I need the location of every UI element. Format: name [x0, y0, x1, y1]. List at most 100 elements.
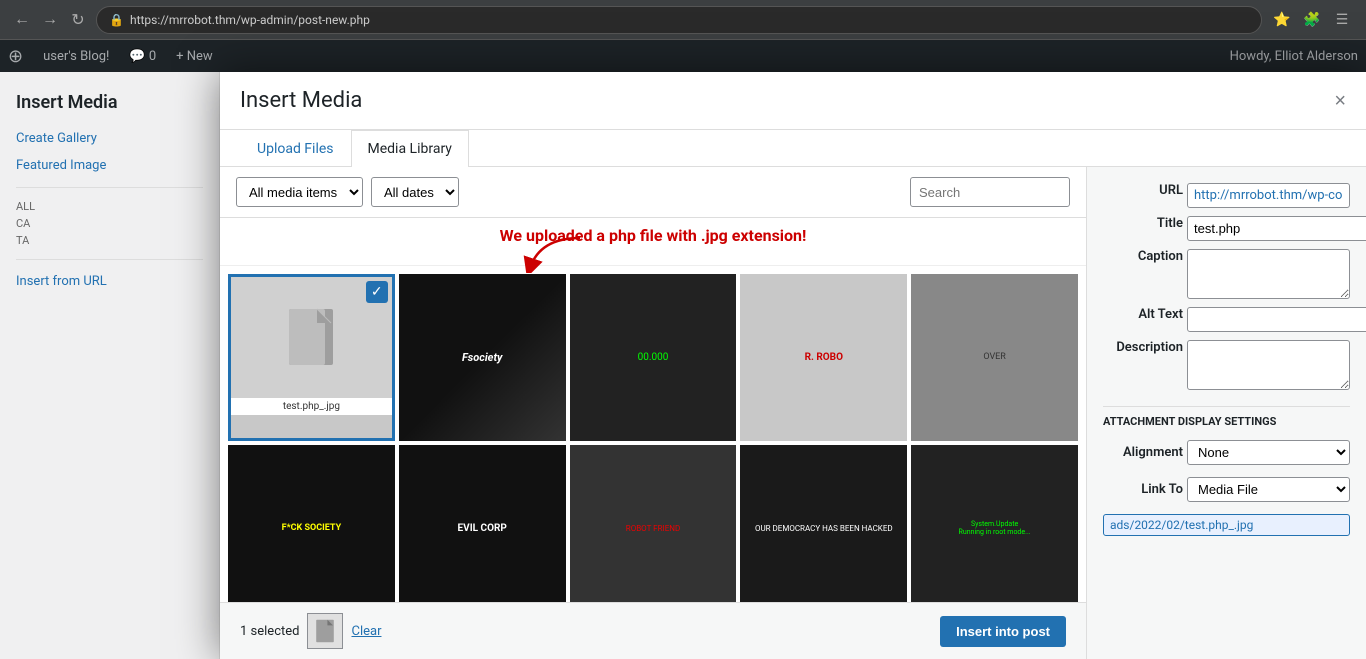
url-text: https://mrrobot.thm/wp-admin/post-new.ph…: [130, 13, 370, 27]
sidebar-section-media: Ca: [16, 217, 203, 230]
php-file-label: test.php_.jpg: [231, 398, 392, 415]
url-label: URL: [1103, 183, 1183, 198]
modal-footer: 1 selected Clear Insert into post: [220, 602, 1086, 659]
arrow-icon: [520, 233, 600, 273]
selected-check-badge: ✓: [366, 281, 388, 303]
tab-upload-files[interactable]: Upload Files: [240, 130, 351, 167]
media-item-mr-robot2[interactable]: OVER: [911, 274, 1078, 441]
right-panel: URL http://mrrobot.thm/wp-co Title Capti…: [1086, 167, 1366, 659]
media-item-php-file[interactable]: test.php_.jpg ✓: [228, 274, 395, 441]
media-item-money[interactable]: 00.000: [570, 274, 737, 441]
media-item-mr-robot[interactable]: R. ROBO: [740, 274, 907, 441]
howdy-text: Howdy, Elliot Alderson: [1230, 49, 1358, 64]
annotation-text: We uploaded a php file with .jpg extensi…: [236, 226, 1070, 245]
alt-text-field-row: Alt Text: [1103, 307, 1350, 332]
file-document-icon: [287, 307, 335, 367]
url-field-row: URL http://mrrobot.thm/wp-co: [1103, 183, 1350, 208]
mr-robot-img: R. ROBO: [740, 274, 907, 441]
mr-robot2-img: OVER: [911, 274, 1078, 441]
evilcorp-img: EVIL CORP: [399, 445, 566, 602]
filters-bar: All media items All dates: [220, 167, 1086, 218]
search-input[interactable]: [910, 177, 1070, 207]
refresh-button[interactable]: ↻: [68, 10, 88, 30]
democracy-img: OUR DEMOCRACY HAS BEEN HACKED: [740, 445, 907, 602]
media-content-area: All media items All dates We uploaded a …: [220, 167, 1086, 659]
alignment-label: Alignment: [1103, 445, 1183, 460]
modal-overlay[interactable]: Insert Media Create Gallery Featured Ima…: [0, 72, 1366, 659]
date-filter[interactable]: All dates: [371, 177, 459, 207]
modal-tabs: Upload Files Media Library: [220, 130, 1366, 167]
thumb-preview: [307, 613, 343, 649]
caption-label: Caption: [1103, 249, 1183, 264]
browser-actions: ⭐ 🧩 ☰: [1270, 8, 1354, 32]
alignment-select[interactable]: None Left Center Right: [1187, 440, 1350, 465]
url-value: http://mrrobot.thm/wp-co: [1187, 183, 1350, 208]
insert-from-url-link[interactable]: Insert from URL: [16, 272, 203, 291]
lock-icon: 🔒: [109, 13, 124, 27]
modal-header: Insert Media ×: [220, 72, 1366, 130]
selected-count: 1 selected: [240, 624, 299, 639]
media-item-fsociety[interactable]: Fsociety: [399, 274, 566, 441]
modal-title: Insert Media: [240, 88, 362, 113]
wp-logo-icon[interactable]: ⊕: [8, 46, 23, 67]
selected-info: 1 selected Clear: [240, 613, 381, 649]
tab-media-library[interactable]: Media Library: [351, 130, 469, 167]
annotation-area: We uploaded a php file with .jpg extensi…: [220, 218, 1086, 266]
menu-icon[interactable]: ☰: [1330, 8, 1354, 32]
media-item-democracy[interactable]: OUR DEMOCRACY HAS BEEN HACKED: [740, 445, 907, 602]
address-bar[interactable]: 🔒 https://mrrobot.thm/wp-admin/post-new.…: [96, 6, 1262, 34]
link-to-select[interactable]: Media File Attachment Page Custom URL No…: [1187, 477, 1350, 502]
sidebar-divider: [16, 187, 203, 188]
description-field-row: Description: [1103, 340, 1350, 390]
sidebar-title: Insert Media: [16, 92, 203, 113]
extensions-icon[interactable]: 🧩: [1300, 8, 1324, 32]
browser-chrome: ← → ↻ 🔒 https://mrrobot.thm/wp-admin/pos…: [0, 0, 1366, 40]
comments-link[interactable]: 💬 0: [121, 49, 164, 64]
site-name-link[interactable]: user's Blog!: [35, 49, 117, 64]
media-item-evilcorp[interactable]: EVIL CORP: [399, 445, 566, 602]
url-field-highlighted-row: ads/2022/02/test.php_.jpg: [1103, 514, 1350, 536]
caption-textarea[interactable]: [1187, 249, 1350, 299]
system-img: System.UpdateRunning in root mode...: [911, 445, 1078, 602]
alt-text-label: Alt Text: [1103, 307, 1183, 322]
media-item-system[interactable]: System.UpdateRunning in root mode...: [911, 445, 1078, 602]
sidebar-divider2: [16, 259, 203, 260]
sidebar-section-all: All: [16, 200, 203, 213]
link-to-label: Link To: [1103, 482, 1183, 497]
thumb-file-icon: [315, 619, 335, 643]
modal-close-button[interactable]: ×: [1334, 91, 1346, 111]
description-label: Description: [1103, 340, 1183, 355]
media-grid: test.php_.jpg ✓ Fsociety: [228, 274, 1078, 602]
alt-text-input[interactable]: [1187, 307, 1366, 332]
caption-field-row: Caption: [1103, 249, 1350, 299]
media-grid-wrapper[interactable]: test.php_.jpg ✓ Fsociety: [220, 266, 1086, 602]
modal-body: All media items All dates We uploaded a …: [220, 167, 1366, 659]
link-to-row: Link To Media File Attachment Page Custo…: [1103, 477, 1350, 502]
attachment-settings-title: ATTACHMENT DISPLAY SETTINGS: [1103, 406, 1350, 428]
society-img: F*CK SOCIETY: [228, 445, 395, 602]
media-item-society[interactable]: F*CK SOCIETY: [228, 445, 395, 602]
title-label: Title: [1103, 216, 1183, 231]
title-input[interactable]: [1187, 216, 1366, 241]
robot-friend-img: ROBOT FRIEND: [570, 445, 737, 602]
url-field-highlighted[interactable]: ads/2022/02/test.php_.jpg: [1103, 514, 1350, 536]
title-field-row: Title: [1103, 216, 1350, 241]
forward-button[interactable]: →: [40, 10, 60, 30]
money-img: 00.000: [570, 274, 737, 441]
insert-into-post-button[interactable]: Insert into post: [940, 616, 1066, 647]
create-gallery-link[interactable]: Create Gallery: [16, 129, 203, 148]
featured-image-link[interactable]: Featured Image: [16, 156, 203, 175]
back-button[interactable]: ←: [12, 10, 32, 30]
insert-media-modal: Insert Media × Upload Files Media Librar…: [220, 72, 1366, 659]
wp-admin-bar: ⊕ user's Blog! 💬 0 + New Howdy, Elliot A…: [0, 40, 1366, 72]
media-type-filter[interactable]: All media items: [236, 177, 363, 207]
bookmarks-icon[interactable]: ⭐: [1270, 8, 1294, 32]
fsociety-img: Fsociety: [399, 274, 566, 441]
description-textarea[interactable]: [1187, 340, 1350, 390]
new-post-link[interactable]: + New: [168, 49, 221, 64]
alignment-row: Alignment None Left Center Right: [1103, 440, 1350, 465]
sidebar-section-tags: Ta: [16, 234, 203, 247]
clear-selection-link[interactable]: Clear: [351, 624, 381, 639]
wp-main: ⊞ 📝 🖼 📄 💬 🎨 🔌 👤 🔧 ⚙ Insert Media Create …: [0, 72, 1366, 659]
media-item-robot-friend[interactable]: ROBOT FRIEND: [570, 445, 737, 602]
